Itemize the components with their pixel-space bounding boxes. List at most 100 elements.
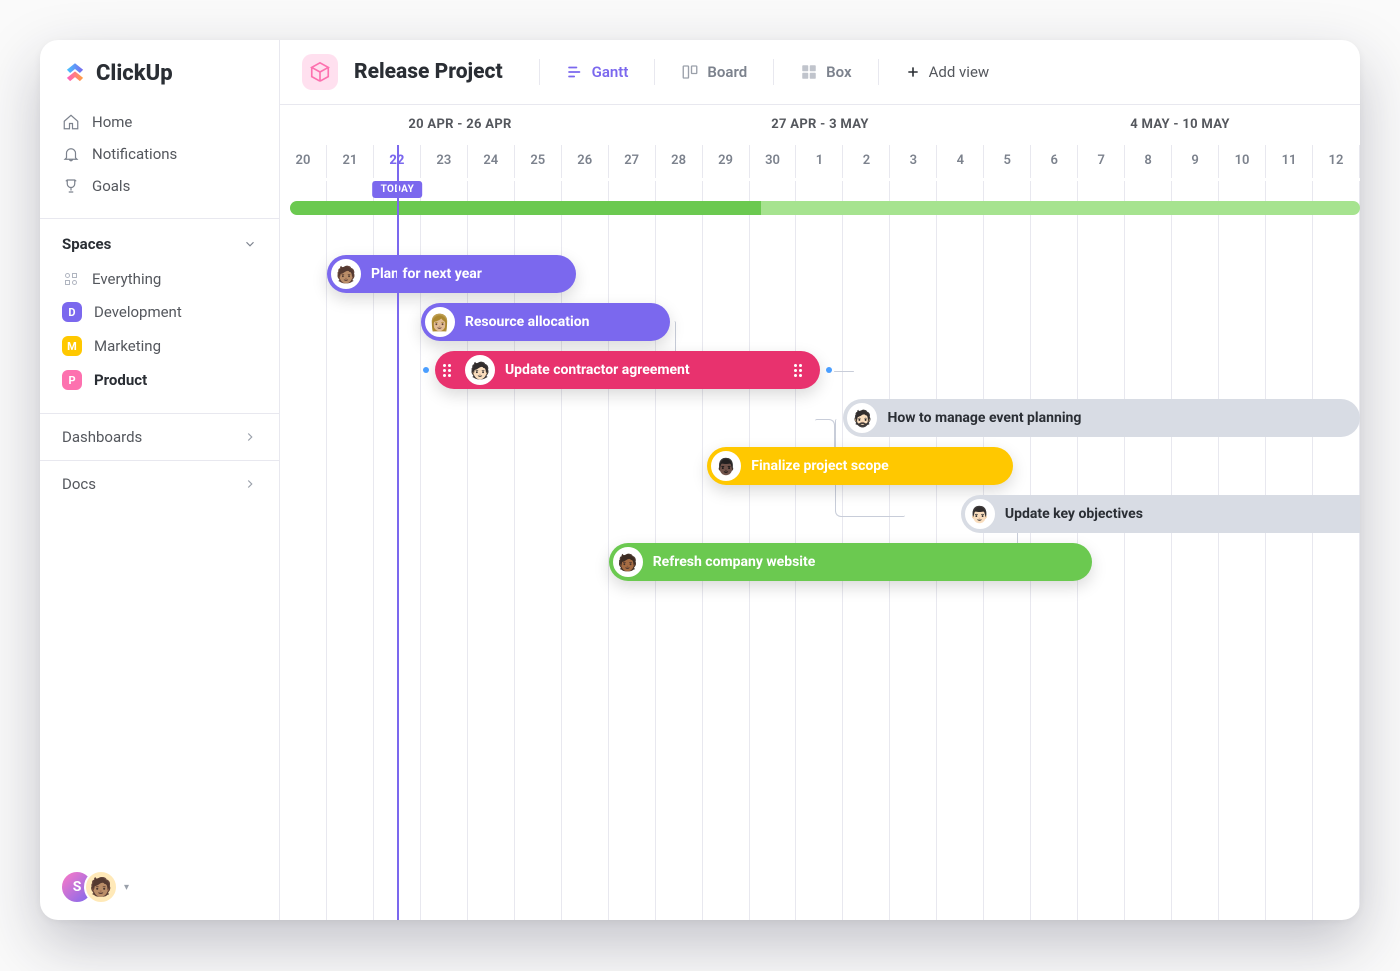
day-cell[interactable]: 21 bbox=[327, 145, 374, 178]
drag-grip-icon[interactable] bbox=[790, 364, 806, 377]
resize-handle[interactable] bbox=[826, 367, 832, 373]
assignee-avatar[interactable]: 🧑🏽 bbox=[331, 259, 361, 289]
spaces-label: Spaces bbox=[62, 235, 111, 253]
app-window: ClickUp Home Notifications Goals Spaces bbox=[40, 40, 1360, 920]
task-label: Finalize project scope bbox=[751, 458, 888, 474]
day-cell[interactable]: 7 bbox=[1078, 145, 1125, 178]
space-label: Development bbox=[94, 303, 182, 321]
day-cell[interactable]: 28 bbox=[656, 145, 703, 178]
everything-icon bbox=[62, 270, 80, 288]
view-tab-box[interactable]: Box bbox=[790, 57, 861, 87]
day-cell[interactable]: 9 bbox=[1172, 145, 1219, 178]
gantt-chart[interactable]: 20 APR - 26 APR27 APR - 3 MAY4 MAY - 10 … bbox=[280, 105, 1360, 920]
day-cell[interactable]: 5 bbox=[984, 145, 1031, 178]
gantt-task-bar[interactable]: 🧔🏻 How to manage event planning bbox=[843, 399, 1360, 437]
tab-label: Gantt bbox=[592, 63, 629, 81]
bell-icon bbox=[62, 145, 80, 163]
caret-down-icon[interactable]: ▾ bbox=[124, 882, 129, 893]
day-cell[interactable]: 23 bbox=[421, 145, 468, 178]
space-everything[interactable]: Everything bbox=[50, 263, 269, 295]
day-cell[interactable]: 1 bbox=[796, 145, 843, 178]
nav-notifications[interactable]: Notifications bbox=[50, 138, 269, 170]
add-view-button[interactable]: Add view bbox=[895, 57, 1000, 87]
logo[interactable]: ClickUp bbox=[40, 40, 279, 104]
task-label: How to manage event planning bbox=[887, 410, 1081, 426]
sidebar-nav: Home Notifications Goals bbox=[40, 104, 279, 218]
gantt-icon bbox=[566, 63, 584, 81]
week-label: 4 MAY - 10 MAY bbox=[1000, 105, 1360, 144]
view-tab-board[interactable]: Board bbox=[671, 57, 757, 87]
day-cell[interactable]: 20 bbox=[280, 145, 327, 178]
view-tab-gantt[interactable]: Gantt bbox=[556, 57, 639, 87]
space-development[interactable]: D Development bbox=[50, 295, 269, 329]
nav-label: Home bbox=[92, 113, 132, 131]
gantt-date-header: 20 APR - 26 APR27 APR - 3 MAY4 MAY - 10 … bbox=[280, 105, 1360, 181]
assignee-avatar[interactable]: 👨🏿 bbox=[711, 451, 741, 481]
chevron-down-icon bbox=[243, 237, 257, 251]
assignee-avatar[interactable]: 🧑🏻 bbox=[465, 355, 495, 385]
grid-col bbox=[1313, 181, 1360, 920]
chevron-right-icon bbox=[243, 430, 257, 444]
trophy-icon bbox=[62, 177, 80, 195]
box-icon bbox=[800, 63, 818, 81]
plus-icon bbox=[905, 64, 921, 80]
space-marketing[interactable]: M Marketing bbox=[50, 329, 269, 363]
assignee-avatar[interactable]: 🧔🏻 bbox=[847, 403, 877, 433]
clickup-logo-icon bbox=[62, 60, 88, 86]
day-cell[interactable]: 3 bbox=[890, 145, 937, 178]
sidebar-dashboards[interactable]: Dashboards bbox=[40, 413, 279, 460]
gantt-task-bar[interactable]: 👨🏿 Finalize project scope bbox=[707, 447, 1012, 485]
sidebar: ClickUp Home Notifications Goals Spaces bbox=[40, 40, 280, 920]
page-title: Release Project bbox=[354, 60, 503, 84]
grid-col bbox=[1125, 181, 1172, 920]
day-cell[interactable]: 11 bbox=[1266, 145, 1313, 178]
gantt-task-bar[interactable]: 🧑🏻 Update contractor agreement bbox=[435, 351, 820, 389]
space-product[interactable]: P Product bbox=[50, 363, 269, 397]
sidebar-docs[interactable]: Docs bbox=[40, 460, 279, 507]
day-cell[interactable]: 4 bbox=[937, 145, 984, 178]
assignee-avatar[interactable]: 👨🏻 bbox=[965, 499, 995, 529]
space-label: Product bbox=[94, 371, 147, 389]
day-cell[interactable]: 12 bbox=[1313, 145, 1360, 178]
day-cell[interactable]: 27 bbox=[609, 145, 656, 178]
day-cell[interactable]: 10 bbox=[1219, 145, 1266, 178]
grid-col bbox=[280, 181, 327, 920]
nav-goals[interactable]: Goals bbox=[50, 170, 269, 202]
drag-grip-icon[interactable] bbox=[439, 364, 455, 377]
space-label: Marketing bbox=[94, 337, 161, 355]
task-label: Refresh company website bbox=[653, 554, 816, 570]
gantt-task-bar[interactable]: 👨🏻 Update key objectives bbox=[961, 495, 1360, 533]
nav-home[interactable]: Home bbox=[50, 106, 269, 138]
tab-label: Board bbox=[707, 63, 747, 81]
resize-handle[interactable] bbox=[423, 367, 429, 373]
day-cell[interactable]: 2 bbox=[843, 145, 890, 178]
add-view-label: Add view bbox=[929, 63, 990, 81]
spaces-header[interactable]: Spaces bbox=[50, 235, 269, 263]
day-cell[interactable]: 24 bbox=[468, 145, 515, 178]
row-label: Dashboards bbox=[62, 428, 142, 446]
day-cell[interactable]: 30 bbox=[750, 145, 797, 178]
separator bbox=[773, 59, 774, 85]
main: Release Project Gantt Board Box Add view bbox=[280, 40, 1360, 920]
home-icon bbox=[62, 113, 80, 131]
dependency-line bbox=[834, 371, 854, 372]
day-cell[interactable]: 8 bbox=[1125, 145, 1172, 178]
assignee-avatar[interactable]: 👩🏼 bbox=[425, 307, 455, 337]
grid-col bbox=[1172, 181, 1219, 920]
progress-bar bbox=[290, 201, 1360, 215]
gantt-task-bar[interactable]: 🧑🏾 Refresh company website bbox=[609, 543, 1093, 581]
week-label: 27 APR - 3 MAY bbox=[640, 105, 1000, 144]
day-cell[interactable]: 26 bbox=[562, 145, 609, 178]
day-cell[interactable]: 6 bbox=[1031, 145, 1078, 178]
grid-col bbox=[1266, 181, 1313, 920]
assignee-avatar[interactable]: 🧑🏾 bbox=[613, 547, 643, 577]
gantt-task-bar[interactable]: 🧑🏽 Plan for next year bbox=[327, 255, 576, 293]
day-cell[interactable]: 25 bbox=[515, 145, 562, 178]
task-label: Update key objectives bbox=[1005, 506, 1143, 522]
task-label: Plan for next year bbox=[371, 266, 482, 282]
cube-icon bbox=[309, 61, 331, 83]
task-label: Update contractor agreement bbox=[505, 362, 690, 378]
user-avatar-2[interactable]: 🧑🏽 bbox=[84, 870, 118, 904]
day-cell[interactable]: 29 bbox=[703, 145, 750, 178]
gantt-task-bar[interactable]: 👩🏼Resource allocation bbox=[421, 303, 670, 341]
